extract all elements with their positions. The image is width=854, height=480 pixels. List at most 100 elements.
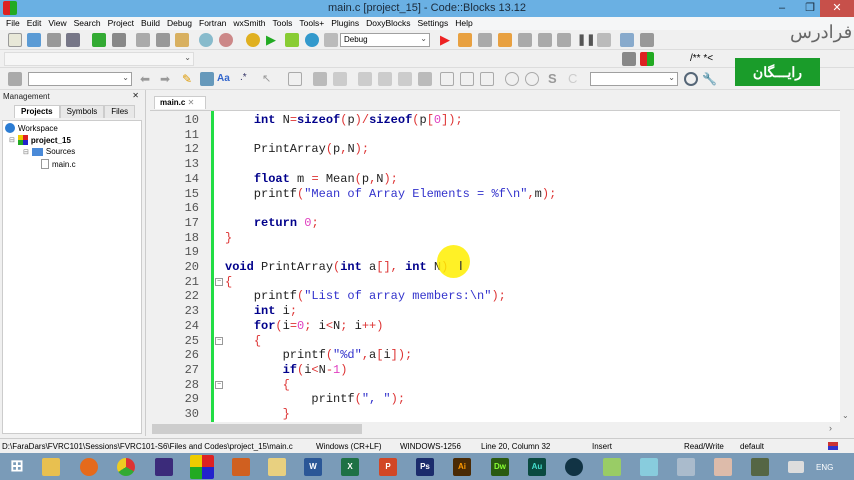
cut-icon[interactable] <box>136 33 150 47</box>
tab-projects[interactable]: Projects <box>14 105 60 118</box>
sticky-notes-icon[interactable] <box>640 458 658 476</box>
pen-icon[interactable] <box>268 458 286 476</box>
zoom-in-icon[interactable] <box>505 72 519 86</box>
run-icon[interactable]: ▶ <box>266 33 280 47</box>
menu-plugins[interactable]: Plugins <box>329 17 364 30</box>
paint-icon[interactable] <box>714 458 732 476</box>
code-line[interactable]: return 0; <box>225 216 319 230</box>
code-line[interactable]: printf(", "); <box>225 392 405 406</box>
shape-icon[interactable] <box>378 72 392 86</box>
code-line[interactable]: { <box>225 378 290 392</box>
paste-icon[interactable] <box>175 33 189 47</box>
regex-button[interactable]: .* <box>240 72 247 83</box>
build-gear-icon[interactable] <box>246 33 260 47</box>
shape-icon[interactable] <box>333 72 347 86</box>
close-button[interactable]: ✕ <box>820 0 854 17</box>
find-icon[interactable] <box>199 33 213 47</box>
shape-icon[interactable] <box>418 72 432 86</box>
code-line[interactable]: if(i<N-1) <box>225 363 348 377</box>
step-out-icon[interactable] <box>518 33 532 47</box>
search-input[interactable]: ⌄ <box>28 72 132 86</box>
open-icon[interactable] <box>27 33 41 47</box>
photoshop-icon[interactable]: Ps <box>416 458 434 476</box>
collapse-icon[interactable]: ⊟ <box>9 136 15 144</box>
code-line[interactable]: } <box>225 231 232 245</box>
menu-debug[interactable]: Debug <box>165 17 197 30</box>
symbol-search-input[interactable]: ⌄ <box>590 72 678 86</box>
tree-workspace[interactable]: Workspace <box>5 123 58 133</box>
app-icon[interactable] <box>751 458 769 476</box>
debug-windows-icon[interactable] <box>620 33 634 47</box>
code-line[interactable]: PrintArray(p,N); <box>225 142 369 156</box>
wrench-icon[interactable]: 🔧 <box>702 72 717 86</box>
explorer-icon[interactable] <box>42 458 60 476</box>
shape-icon[interactable] <box>460 72 474 86</box>
run-to-cursor-icon[interactable] <box>458 33 472 47</box>
excel-icon[interactable]: X <box>341 458 359 476</box>
next-instruction-icon[interactable] <box>538 33 552 47</box>
menu-project[interactable]: Project <box>106 17 139 30</box>
pointer-icon[interactable]: ↖ <box>262 72 276 86</box>
illustrator-icon[interactable]: Ai <box>453 458 471 476</box>
visual-studio-icon[interactable] <box>155 458 173 476</box>
menu-view[interactable]: View <box>46 17 71 30</box>
shape-icon[interactable] <box>398 72 412 86</box>
menu-file[interactable]: File <box>4 17 25 30</box>
matlab-icon[interactable] <box>232 458 250 476</box>
keyboard-icon[interactable] <box>788 461 804 473</box>
close-tab-icon[interactable]: ✕ <box>188 98 195 107</box>
search-icon[interactable] <box>684 72 698 86</box>
undo-icon[interactable] <box>92 33 106 47</box>
chrome-icon[interactable] <box>117 458 135 476</box>
save-all-icon[interactable] <box>66 33 80 47</box>
scroll-right-icon[interactable]: › <box>829 423 832 433</box>
code-line[interactable]: { <box>225 334 261 348</box>
code-line[interactable]: printf("List of array members:\n"); <box>225 289 506 303</box>
start-icon[interactable]: ⊞ <box>8 458 26 476</box>
menu-fortran[interactable]: Fortran <box>197 17 231 30</box>
fold-toggle-icon[interactable]: − <box>215 336 223 345</box>
notepad-icon[interactable] <box>603 458 621 476</box>
next-line-icon[interactable] <box>478 33 492 47</box>
code-line[interactable]: float m = Mean(p,N); <box>225 172 398 186</box>
tab-files[interactable]: Files <box>104 105 136 118</box>
new-file-icon[interactable] <box>8 33 22 47</box>
replace-icon[interactable] <box>219 33 233 47</box>
step-instruction-icon[interactable] <box>557 33 571 47</box>
menu-search[interactable]: Search <box>72 17 106 30</box>
step-into-icon[interactable] <box>498 33 512 47</box>
shape-rect-icon[interactable] <box>288 72 302 86</box>
build-target-select[interactable]: Debug ⌄ <box>340 33 430 47</box>
calculator-icon[interactable] <box>677 458 695 476</box>
doxy-extract-icon[interactable] <box>640 52 654 66</box>
tab-symbols[interactable]: Symbols <box>59 105 105 118</box>
code-line[interactable]: int N=sizeof(p)/sizeof(p[0]); <box>225 113 463 127</box>
pause-icon[interactable]: ❚❚ <box>577 33 595 47</box>
language-indicator[interactable]: ENG <box>816 463 833 472</box>
code-line[interactable]: { <box>225 275 232 289</box>
menu-edit[interactable]: Edit <box>25 17 47 30</box>
doxy-comment-button[interactable]: /** *< <box>690 53 713 64</box>
code-line[interactable]: } <box>225 407 290 421</box>
tree-file-main[interactable]: main.c <box>41 159 76 169</box>
match-case-button[interactable]: Aa <box>217 73 230 84</box>
audition-icon[interactable]: Au <box>528 458 546 476</box>
firefox-icon[interactable] <box>80 458 98 476</box>
minimize-button[interactable]: ‒ <box>768 0 796 17</box>
word-icon[interactable]: W <box>304 458 322 476</box>
clear-icon[interactable] <box>8 72 22 86</box>
code-line[interactable]: int i; <box>225 304 297 318</box>
back-arrow-icon[interactable]: ⬅ <box>140 72 154 86</box>
shape-icon[interactable] <box>358 72 372 86</box>
shape-icon[interactable] <box>480 72 494 86</box>
scope-select[interactable]: ⌄ <box>4 52 194 66</box>
vertical-scrollbar[interactable]: ⌄ <box>840 110 852 422</box>
powerpoint-icon[interactable]: P <box>379 458 397 476</box>
shape-icon[interactable] <box>440 72 454 86</box>
fold-toggle-icon[interactable]: − <box>215 277 223 286</box>
code-line[interactable]: for(i=0; i<N; i++) <box>225 319 384 333</box>
menu-doxyblocks[interactable]: DoxyBlocks <box>364 17 415 30</box>
selected-text-icon[interactable] <box>200 72 214 86</box>
media-icon[interactable] <box>565 458 583 476</box>
refresh-icon[interactable]: C <box>568 71 582 86</box>
